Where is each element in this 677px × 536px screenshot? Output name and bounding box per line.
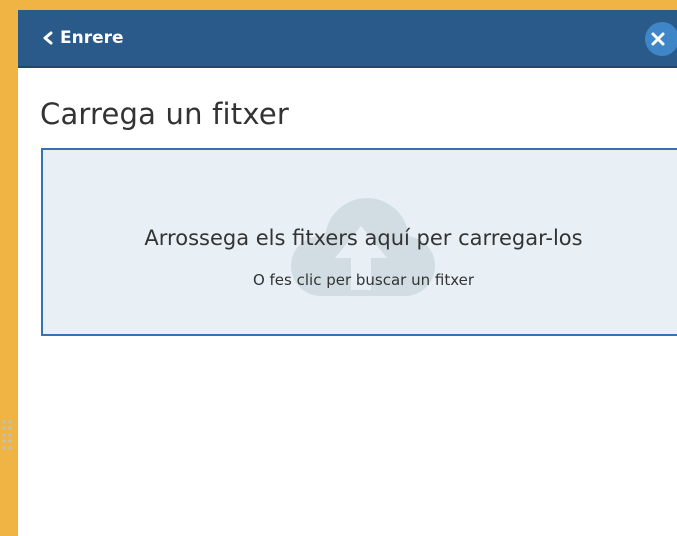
back-button[interactable]: Enrere <box>42 27 124 49</box>
header-bar: Enrere <box>18 10 677 68</box>
close-button[interactable] <box>645 22 677 56</box>
page-title: Carrega un fitxer <box>40 97 290 131</box>
dropzone-sub-text: O fes clic per buscar un fitxer <box>252 271 475 289</box>
chevron-left-icon <box>43 31 53 45</box>
dropzone-main-text: Arrossega els fitxers aquí per carregar-… <box>144 226 583 250</box>
file-dropzone[interactable]: Arrossega els fitxers aquí per carregar-… <box>41 148 677 336</box>
close-icon <box>651 32 665 46</box>
drag-handle-icon[interactable] <box>0 418 14 456</box>
back-label: Enrere <box>60 28 124 48</box>
upload-panel: Enrere Carrega un fitxer Arrossega els f… <box>18 10 677 536</box>
